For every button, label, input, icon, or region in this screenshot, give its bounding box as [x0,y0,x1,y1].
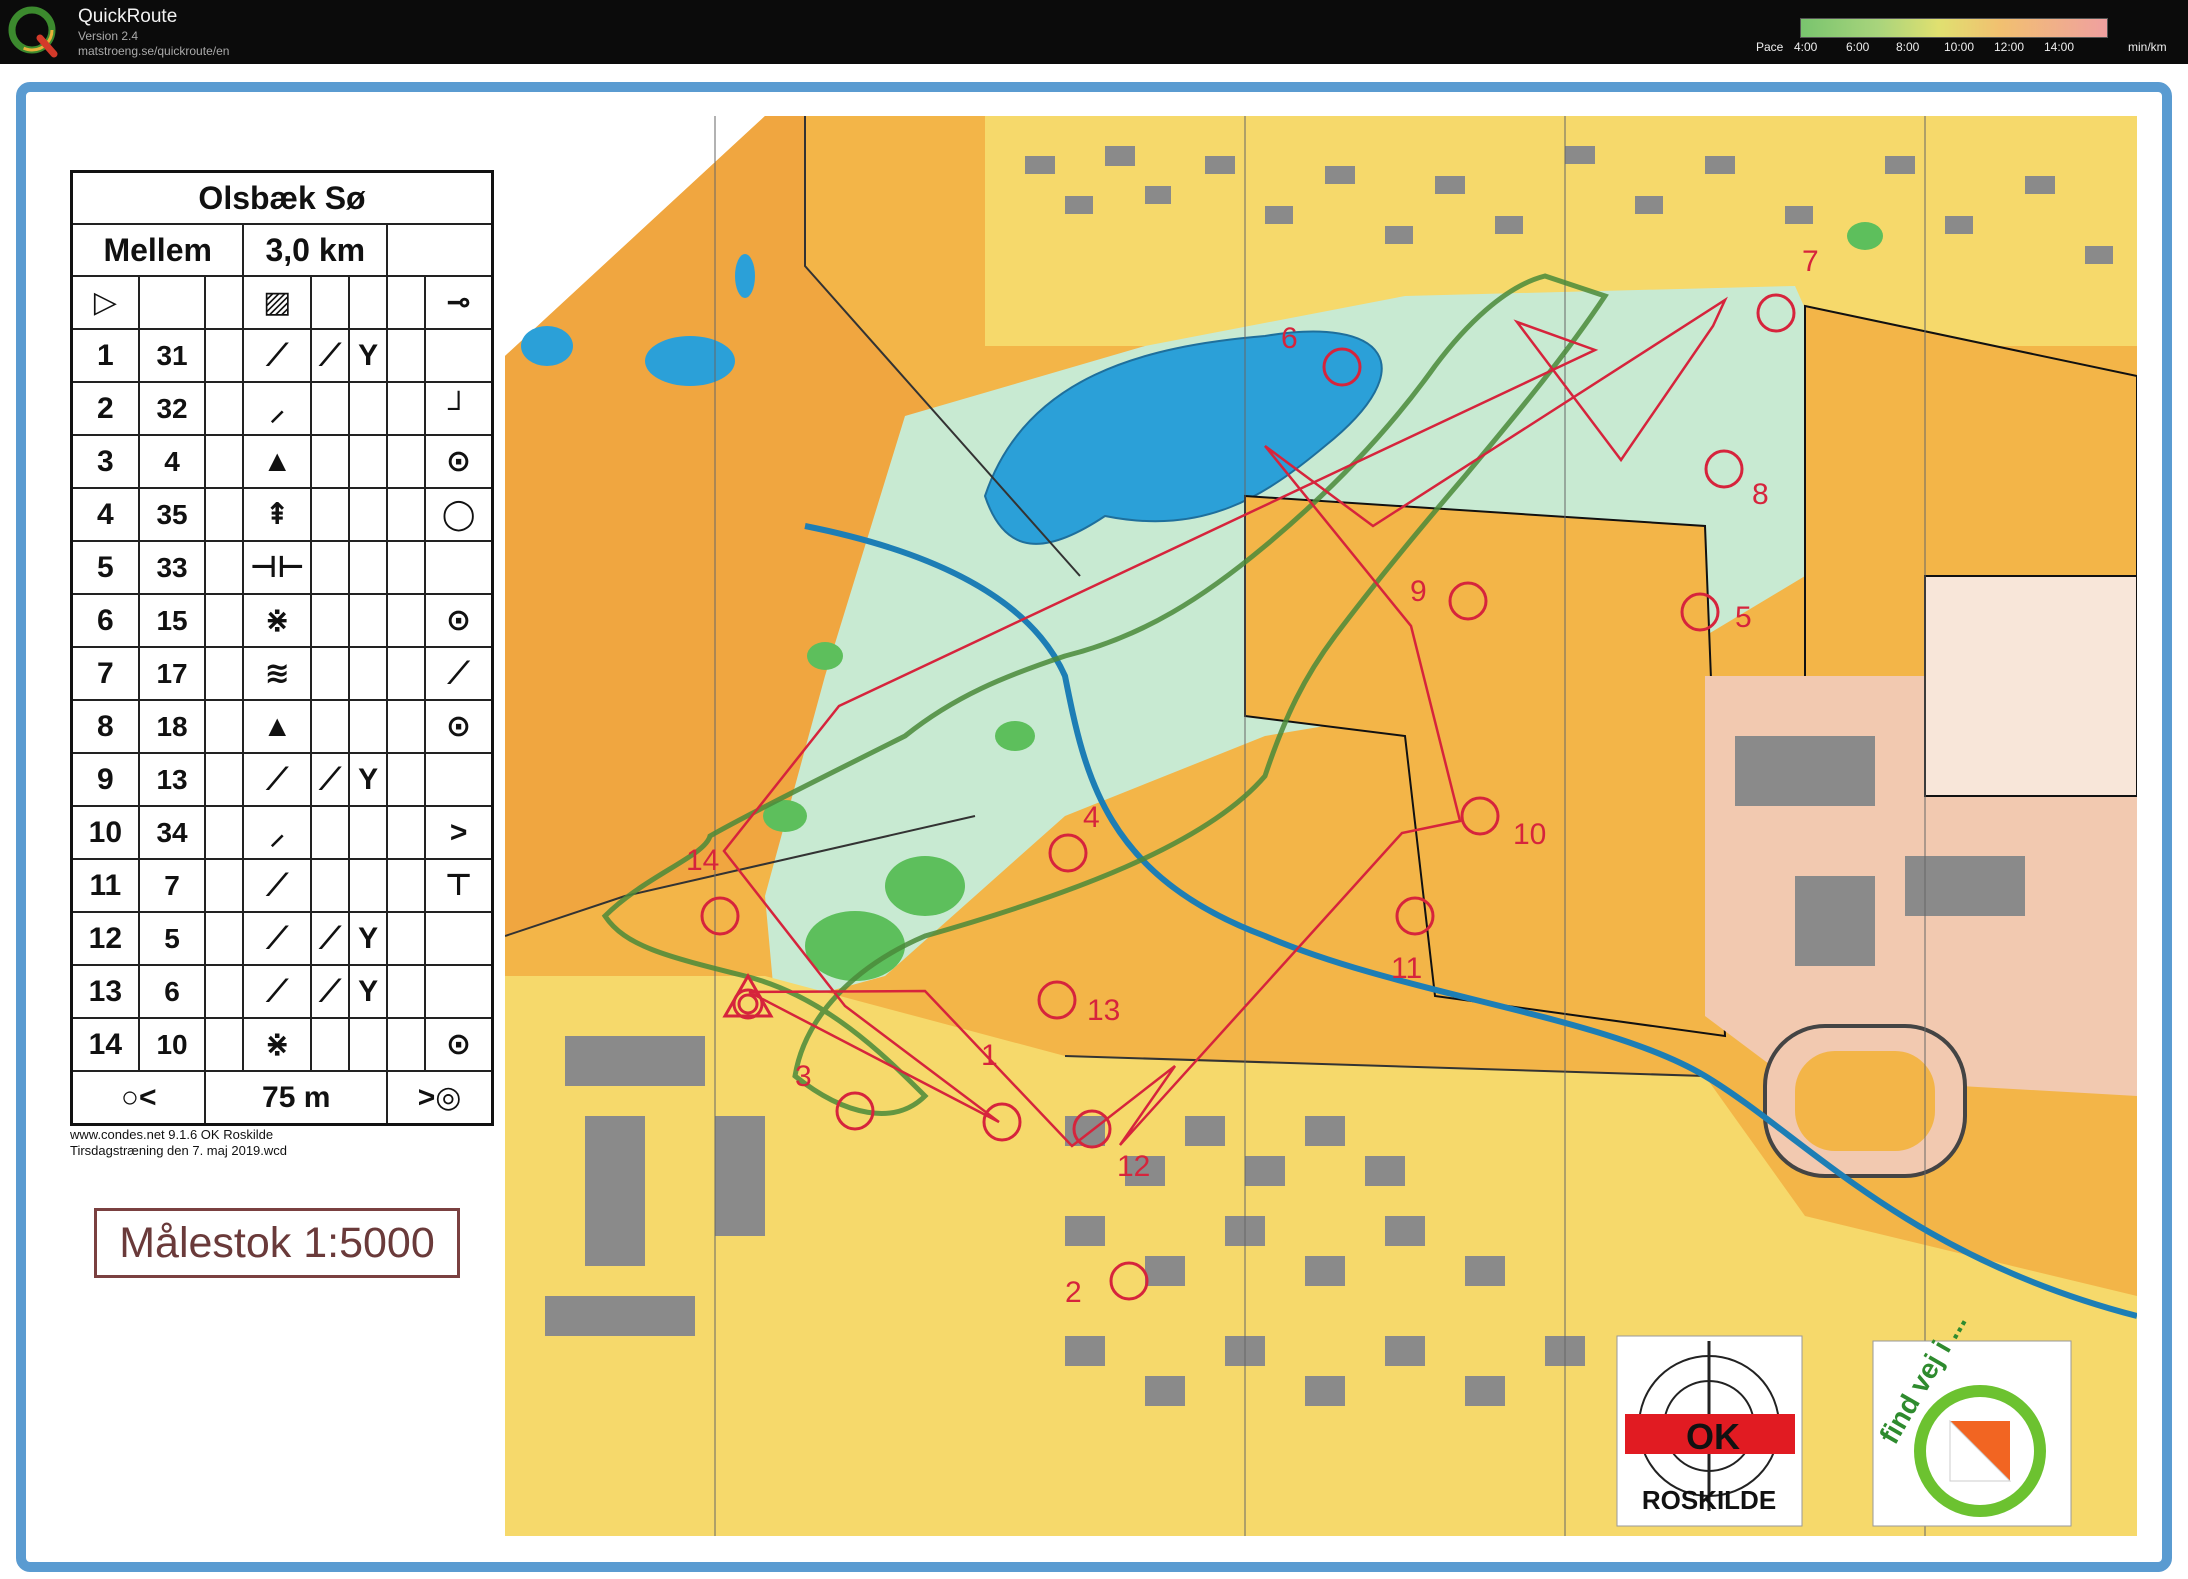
control-label: 12 [1117,1150,1150,1183]
map-credits: www.condes.net 9.1.6 OK Roskilde Tirsdag… [70,1127,287,1159]
control-label: 13 [1087,994,1120,1027]
control-label: 6 [1281,322,1298,355]
stadium-field [1795,1051,1935,1151]
pace-color-scale [1800,18,2108,38]
pond-top [645,336,735,386]
control-row: 4 35 ⇞ ◯ [70,487,494,542]
control-row: 3 4 ▲ ⊙ [70,434,494,489]
control-row: 2 32 ⸝ ┘ [70,381,494,436]
pace-tick: 4:00 [1794,40,1818,54]
control-description-table: Olsbæk Sø Mellem 3,0 km ▷ ▨ ⊸ 1 31 ⟋ ⟋ Y 2 32… [70,170,494,1126]
pond-left [521,326,573,366]
building-large [1924,575,2137,797]
control-label: 11 [1391,952,1422,985]
app-title: QuickRoute [78,6,178,27]
control-label: 3 [795,1060,812,1093]
pace-tick: 14:00 [2044,40,2075,54]
pace-unit: min/km [2128,40,2167,54]
control-label: 5 [1735,601,1752,634]
control-row: 7 17 ≋ ⟋ [70,646,494,701]
orienteering-map[interactable]: 1 2 3 4 5 6 7 8 9 10 11 12 13 14 OK ROSK… [505,116,2137,1536]
control-label: 4 [1083,801,1100,834]
pace-tick: 8:00 [1896,40,1920,54]
course-length: 3,0 km [242,223,389,277]
course-name: Olsbæk Sø [70,170,494,225]
control-row: 6 15 ⋇ ⊙ [70,593,494,648]
finish-symbol: >◎ [386,1070,494,1126]
pace-tick: 12:00 [1994,40,2025,54]
pace-label: Pace [1756,40,1784,54]
control-row: 9 13 ⟋ ⟋ Y [70,752,494,807]
ok-roskilde-logo: OK ROSKILDE [1616,1335,1803,1527]
control-row: 5 33 ⊣⊢ [70,540,494,595]
finish-start-symbol: ○< [70,1070,207,1126]
start-symbol: ▷ [70,275,140,330]
quickroute-logo-icon [8,6,58,58]
find-vej-logo: find vej i ... [1872,1308,2072,1527]
credits-line: www.condes.net 9.1.6 OK Roskilde [70,1127,274,1142]
control-row: 10 34 ⸝ > [70,805,494,860]
control-row: 13 6 ⟋ ⟋ Y [70,964,494,1019]
app-version: Version 2.4 [78,29,139,43]
app-url[interactable]: matstroeng.se/quickroute/en [78,44,229,58]
control-row: 12 5 ⟋ ⟋ Y [70,911,494,966]
finish-distance: 75 m [204,1070,389,1126]
logo-ok-text: OK [1686,1416,1740,1457]
control-label: 10 [1513,818,1546,851]
control-row: 14 10 ⋇ ⊙ [70,1017,494,1072]
pace-tick: 6:00 [1846,40,1870,54]
control-label: 8 [1752,478,1769,511]
control-label: 1 [981,1039,998,1072]
course-class: Mellem [70,223,245,277]
control-label: 7 [1802,245,1819,278]
control-label: 14 [686,844,719,877]
control-row: 11 7 ⟋ ⊤ [70,858,494,913]
control-row: 8 18 ▲ ⊙ [70,699,494,754]
app-titlebar: QuickRoute Version 2.4 matstroeng.se/qui… [0,0,2188,64]
control-label: 9 [1410,575,1427,608]
control-label: 2 [1065,1276,1082,1309]
map-scale: Målestok 1:5000 [94,1208,460,1278]
feature-symbol: ▨ [242,275,313,330]
logo-roskilde-text: ROSKILDE [1642,1485,1776,1515]
control-row: 1 31 ⟋ ⟋ Y [70,328,494,383]
credits-line: Tirsdagstræning den 7. maj 2019.wcd [70,1143,288,1158]
pace-tick: 10:00 [1944,40,1975,54]
pond-small [735,254,755,298]
location-symbol: ⊸ [424,275,494,330]
